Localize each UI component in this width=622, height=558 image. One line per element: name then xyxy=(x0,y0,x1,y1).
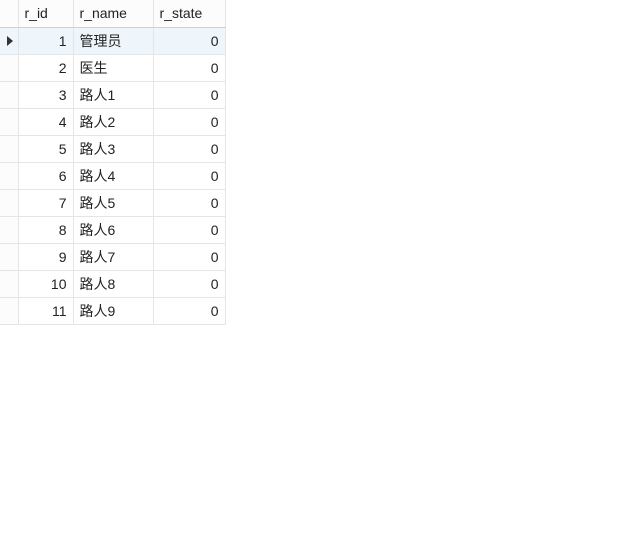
table-row[interactable]: 3路人10 xyxy=(0,81,225,108)
cell-name[interactable]: 路人4 xyxy=(73,162,153,189)
cell-name[interactable]: 路人9 xyxy=(73,297,153,324)
cell-id[interactable]: 5 xyxy=(18,135,73,162)
cell-name[interactable]: 路人1 xyxy=(73,81,153,108)
row-indicator xyxy=(0,189,18,216)
cell-name[interactable]: 路人7 xyxy=(73,243,153,270)
cell-state[interactable]: 0 xyxy=(153,108,225,135)
row-indicator xyxy=(0,27,18,54)
row-indicator xyxy=(0,243,18,270)
row-indicator xyxy=(0,297,18,324)
cell-state[interactable]: 0 xyxy=(153,216,225,243)
row-indicator xyxy=(0,108,18,135)
cell-id[interactable]: 4 xyxy=(18,108,73,135)
cell-id[interactable]: 9 xyxy=(18,243,73,270)
cell-name[interactable]: 管理员 xyxy=(73,27,153,54)
cell-id[interactable]: 1 xyxy=(18,27,73,54)
cell-state[interactable]: 0 xyxy=(153,135,225,162)
header-row: r_id r_name r_state xyxy=(0,0,225,27)
cell-name[interactable]: 路人8 xyxy=(73,270,153,297)
table-row[interactable]: 1管理员0 xyxy=(0,27,225,54)
current-row-arrow-icon xyxy=(7,36,13,46)
cell-id[interactable]: 10 xyxy=(18,270,73,297)
row-indicator xyxy=(0,270,18,297)
cell-name[interactable]: 医生 xyxy=(73,54,153,81)
column-header-id[interactable]: r_id xyxy=(18,0,73,27)
table-row[interactable]: 10路人80 xyxy=(0,270,225,297)
table-row[interactable]: 9路人70 xyxy=(0,243,225,270)
column-header-name[interactable]: r_name xyxy=(73,0,153,27)
row-indicator xyxy=(0,216,18,243)
cell-state[interactable]: 0 xyxy=(153,81,225,108)
table-row[interactable]: 4路人20 xyxy=(0,108,225,135)
cell-name[interactable]: 路人2 xyxy=(73,108,153,135)
row-indicator xyxy=(0,81,18,108)
cell-name[interactable]: 路人5 xyxy=(73,189,153,216)
column-header-state[interactable]: r_state xyxy=(153,0,225,27)
cell-name[interactable]: 路人6 xyxy=(73,216,153,243)
cell-state[interactable]: 0 xyxy=(153,162,225,189)
row-indicator xyxy=(0,54,18,81)
cell-state[interactable]: 0 xyxy=(153,270,225,297)
table-row[interactable]: 6路人40 xyxy=(0,162,225,189)
cell-state[interactable]: 0 xyxy=(153,297,225,324)
cell-id[interactable]: 3 xyxy=(18,81,73,108)
table-row[interactable]: 2医生0 xyxy=(0,54,225,81)
table-row[interactable]: 7路人50 xyxy=(0,189,225,216)
table-row[interactable]: 8路人60 xyxy=(0,216,225,243)
cell-state[interactable]: 0 xyxy=(153,54,225,81)
cell-state[interactable]: 0 xyxy=(153,189,225,216)
row-header-gutter xyxy=(0,0,18,27)
data-grid[interactable]: r_id r_name r_state 1管理员02医生03路人104路人205… xyxy=(0,0,226,325)
cell-id[interactable]: 2 xyxy=(18,54,73,81)
cell-state[interactable]: 0 xyxy=(153,27,225,54)
table-row[interactable]: 11路人90 xyxy=(0,297,225,324)
cell-state[interactable]: 0 xyxy=(153,243,225,270)
row-indicator xyxy=(0,135,18,162)
cell-id[interactable]: 6 xyxy=(18,162,73,189)
cell-id[interactable]: 7 xyxy=(18,189,73,216)
cell-id[interactable]: 8 xyxy=(18,216,73,243)
cell-name[interactable]: 路人3 xyxy=(73,135,153,162)
cell-id[interactable]: 11 xyxy=(18,297,73,324)
row-indicator xyxy=(0,162,18,189)
table-row[interactable]: 5路人30 xyxy=(0,135,225,162)
